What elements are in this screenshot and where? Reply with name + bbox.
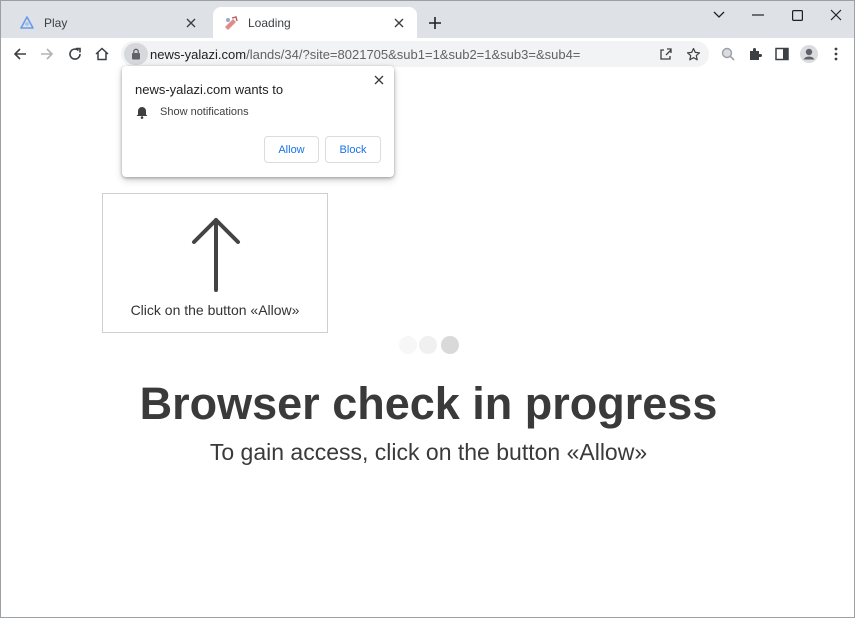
site-info-button[interactable] [124, 43, 148, 65]
menu-button[interactable] [824, 42, 848, 66]
reload-button[interactable] [63, 42, 87, 66]
allow-hint-box: Click on the button «Allow» [102, 193, 328, 333]
address-bar[interactable]: news-yalazi.com/lands/34/?site=8021705&s… [121, 41, 709, 67]
back-arrow-icon [13, 48, 26, 60]
plus-icon [429, 17, 441, 29]
forward-button[interactable] [35, 42, 59, 66]
side-panel-icon [775, 47, 789, 61]
star-icon [686, 47, 700, 60]
tab-play[interactable]: Play [9, 7, 209, 38]
loading-spinner [399, 335, 461, 355]
side-panel-button[interactable] [770, 42, 794, 66]
back-button[interactable] [8, 42, 32, 66]
kebab-menu-icon [834, 47, 838, 61]
close-icon [830, 9, 842, 21]
popup-close-button[interactable] [372, 73, 386, 87]
arrow-up-icon [192, 218, 240, 292]
page-title: Browser check in progress [139, 378, 718, 429]
tab-close-icon[interactable] [391, 15, 407, 31]
loading-favicon-icon [223, 15, 239, 31]
home-button[interactable] [90, 42, 114, 66]
permission-label: Show notifications [160, 106, 249, 118]
url-text[interactable]: news-yalazi.com/lands/34/?site=8021705&s… [150, 47, 580, 62]
hint-text: Click on the button «Allow» [130, 302, 300, 318]
search-icon [721, 47, 735, 61]
browser-window: Play Loading news-yalazi.com/lands/34/?s… [0, 0, 855, 618]
share-button[interactable] [656, 44, 676, 64]
tab-title: Loading [248, 15, 291, 30]
spinner-dot [399, 336, 417, 354]
permission-row: Show notifications [135, 105, 249, 119]
chevron-down-icon [713, 11, 725, 18]
avatar-icon [800, 45, 818, 63]
popup-title: news-yalazi.com wants to [135, 82, 284, 97]
google-lens-button[interactable] [716, 42, 740, 66]
spinner-dot [441, 336, 459, 354]
tab-strip: Play Loading [1, 1, 854, 38]
maximize-button[interactable] [777, 3, 817, 27]
extensions-button[interactable] [743, 42, 767, 66]
lock-icon [132, 48, 140, 60]
spinner-dot [419, 336, 437, 354]
tab-title: Play [44, 15, 68, 30]
reload-icon [69, 47, 81, 60]
allow-button[interactable]: Allow [264, 136, 319, 163]
close-window-button[interactable] [816, 3, 854, 27]
tab-search-button[interactable] [699, 3, 739, 27]
forward-arrow-icon [41, 48, 54, 60]
tab-loading[interactable]: Loading [213, 7, 417, 38]
new-tab-button[interactable] [425, 13, 445, 33]
bookmark-button[interactable] [683, 44, 703, 64]
url-path: /lands/34/?site=8021705&sub1=1&sub2=1&su… [246, 47, 581, 62]
url-host: news-yalazi.com [150, 47, 247, 62]
maximize-icon [791, 9, 803, 21]
close-icon [374, 75, 384, 85]
share-icon [660, 48, 672, 60]
bell-icon [135, 105, 149, 119]
notification-permission-popup: news-yalazi.com wants to Show notificati… [122, 66, 394, 177]
minimize-icon [752, 14, 764, 16]
play-favicon-icon [19, 15, 35, 31]
tab-close-icon[interactable] [183, 15, 199, 31]
puzzle-icon [750, 48, 762, 60]
minimize-button[interactable] [738, 3, 778, 27]
profile-button[interactable] [797, 42, 821, 66]
home-icon [95, 47, 109, 61]
page-subtitle: To gain access, click on the button «All… [209, 439, 648, 465]
block-button[interactable]: Block [325, 136, 381, 163]
